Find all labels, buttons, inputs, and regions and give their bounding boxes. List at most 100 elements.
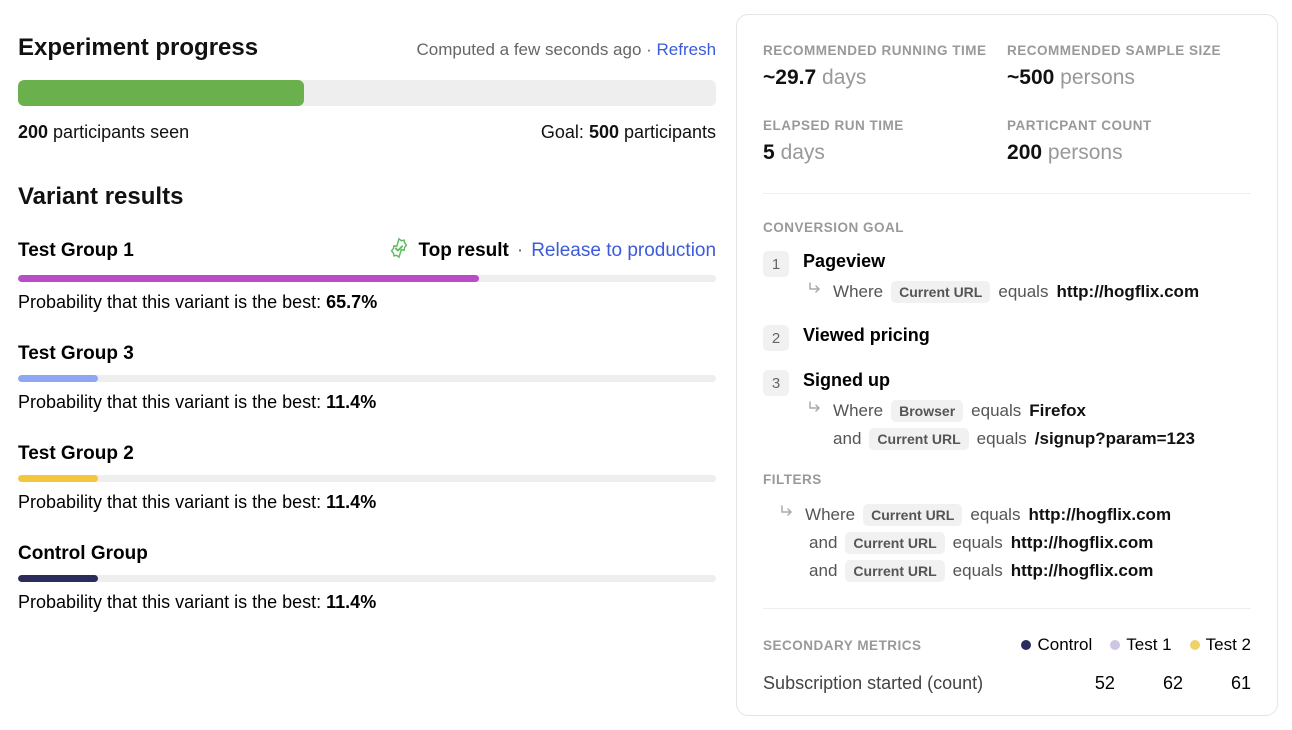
metric-name: Subscription started (count) — [763, 673, 983, 694]
stat-unit: days — [816, 66, 866, 89]
variant-block: Control Group Probability that this varia… — [18, 543, 716, 613]
variant-prob-fill — [18, 375, 98, 382]
variant-name: Control Group — [18, 543, 148, 565]
prob-value: 11.4% — [326, 392, 376, 412]
divider — [763, 193, 1251, 194]
prob-label: Probability that this variant is the bes… — [18, 392, 326, 412]
stat-value: 5 — [763, 141, 775, 164]
variant-prob-text: Probability that this variant is the bes… — [18, 592, 716, 613]
participants-goal: Goal: 500 participants — [541, 122, 716, 143]
prob-value: 11.4% — [326, 592, 376, 612]
condition-value: http://hogflix.com — [1011, 561, 1154, 581]
secondary-metrics-heading: SECONDARY METRICS — [763, 638, 922, 653]
legend-item: Test 2 — [1190, 635, 1251, 655]
property-chip: Current URL — [845, 532, 944, 554]
property-chip: Current URL — [869, 428, 968, 450]
variant-prob-fill — [18, 475, 98, 482]
progress-bar-fill — [18, 80, 304, 106]
computed-info: Computed a few seconds ago · Refresh — [416, 40, 716, 60]
prob-value: 11.4% — [326, 492, 376, 512]
filter-line: Where Current URL equals http://hogflix.com — [763, 503, 1251, 526]
equals-label: equals — [977, 429, 1027, 449]
stat-elapsed: ELAPSED RUN TIME 5 days — [763, 118, 1007, 165]
goal-step: 3Signed upWhereBrowserequalsFirefoxandCu… — [763, 370, 1251, 456]
step-title: Viewed pricing — [803, 325, 1251, 346]
top-result-row: Top result · Release to production — [388, 237, 716, 265]
stat-value: ~500 — [1007, 66, 1054, 89]
legend-label: Test 2 — [1206, 635, 1251, 655]
prob-value: 65.7% — [326, 292, 377, 312]
subarrow-icon — [807, 399, 825, 422]
step-number: 1 — [763, 251, 789, 277]
filter-line: andCurrent URLequalshttp://hogflix.com — [763, 532, 1251, 554]
where-label: Where — [833, 401, 883, 421]
metric-value: 61 — [1231, 673, 1251, 694]
condition-value: http://hogflix.com — [1028, 505, 1171, 525]
legend-item: Control — [1021, 635, 1092, 655]
variant-prob-bar — [18, 375, 716, 382]
prob-label: Probability that this variant is the bes… — [18, 492, 326, 512]
filters-heading: FILTERS — [763, 472, 1251, 487]
variant-block: Test Group 3 Probability that this varian… — [18, 343, 716, 413]
check-badge-icon — [388, 237, 410, 265]
condition-value: http://hogflix.com — [1011, 533, 1154, 553]
stat-label: PARTICPANT COUNT — [1007, 118, 1251, 133]
experiment-progress-title: Experiment progress — [18, 34, 258, 62]
goal-prefix: Goal: — [541, 122, 589, 142]
dot-separator: · — [517, 240, 523, 262]
variant-prob-bar — [18, 575, 716, 582]
equals-label: equals — [971, 401, 1021, 421]
participants-seen-count: 200 — [18, 122, 48, 142]
stat-rec-time: RECOMMENDED RUNNING TIME ~29.7 days — [763, 43, 1007, 90]
stat-value: 200 — [1007, 141, 1042, 164]
property-chip: Current URL — [863, 504, 962, 526]
equals-label: equals — [998, 282, 1048, 302]
stat-label: ELAPSED RUN TIME — [763, 118, 1007, 133]
equals-label: equals — [953, 533, 1003, 553]
and-label: and — [833, 429, 861, 449]
equals-label: equals — [970, 505, 1020, 525]
variant-results-title: Variant results — [18, 183, 716, 211]
goal-suffix: participants — [624, 122, 716, 142]
equals-label: equals — [953, 561, 1003, 581]
variant-prob-text: Probability that this variant is the bes… — [18, 492, 716, 513]
condition-line: Where Browser equals Firefox — [803, 399, 1251, 422]
top-result-label: Top result — [418, 240, 508, 262]
where-label: Where — [833, 282, 883, 302]
variant-name: Test Group 2 — [18, 443, 134, 465]
progress-bar — [18, 80, 716, 106]
metric-value: 52 — [1095, 673, 1115, 694]
step-number: 3 — [763, 370, 789, 396]
variant-block: Test Group 1 Top result · Release to prod… — [18, 237, 716, 313]
condition-value: Firefox — [1029, 401, 1086, 421]
prob-label: Probability that this variant is the bes… — [18, 592, 326, 612]
variant-name: Test Group 1 — [18, 240, 134, 262]
goal-step: 2 Viewed pricing — [763, 325, 1251, 354]
stat-unit: days — [775, 141, 825, 164]
variant-prob-text: Probability that this variant is the bes… — [18, 292, 716, 313]
conversion-goal-heading: CONVERSION GOAL — [763, 220, 1251, 235]
property-chip: Current URL — [845, 560, 944, 582]
stat-unit: persons — [1042, 141, 1123, 164]
prob-label: Probability that this variant is the bes… — [18, 292, 326, 312]
variant-prob-bar — [18, 275, 716, 282]
goal-step: 1PageviewWhereCurrent URLequalshttp://ho… — [763, 251, 1251, 309]
property-chip: Browser — [891, 400, 963, 422]
refresh-link[interactable]: Refresh — [657, 40, 717, 59]
legend-label: Control — [1037, 635, 1092, 655]
legend-dot-icon — [1110, 640, 1120, 650]
condition-value: http://hogflix.com — [1056, 282, 1199, 302]
variant-prob-fill — [18, 575, 98, 582]
stat-label: RECOMMENDED SAMPLE SIZE — [1007, 43, 1251, 58]
variant-prob-bar — [18, 475, 716, 482]
variant-prob-text: Probability that this variant is the bes… — [18, 392, 716, 413]
computed-label: Computed a few seconds ago — [416, 40, 641, 59]
divider — [763, 608, 1251, 609]
step-number: 2 — [763, 325, 789, 351]
filter-line: andCurrent URLequalshttp://hogflix.com — [763, 560, 1251, 582]
variant-name: Test Group 3 — [18, 343, 134, 365]
where-label: Where — [805, 505, 855, 525]
subarrow-icon — [779, 503, 797, 526]
release-to-production-link[interactable]: Release to production — [531, 240, 716, 262]
legend-label: Test 1 — [1126, 635, 1171, 655]
